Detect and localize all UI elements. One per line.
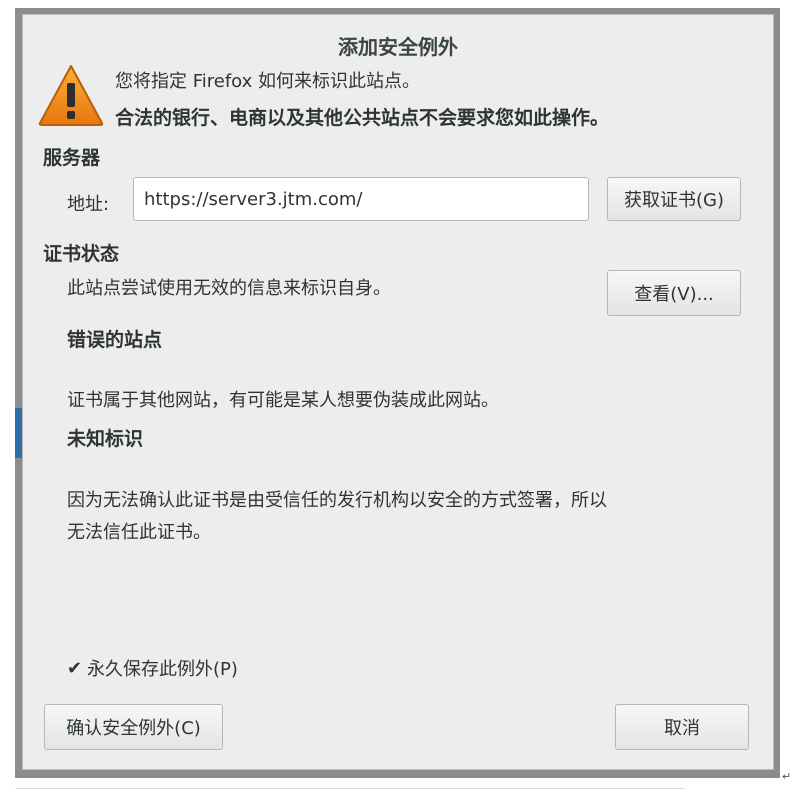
warning-triangle-icon (38, 65, 104, 126)
wrong-site-heading: 错误的站点 (67, 329, 163, 351)
certificate-status-summary: 此站点尝试使用无效的信息来标识自身。 (67, 278, 391, 299)
unknown-identity-text-continued: 无法信任此证书。 (67, 522, 211, 543)
checkmark-icon[interactable]: ✔ (67, 658, 87, 679)
permanent-exception-checkbox[interactable]: ✔ 永久保存此例外(P) (67, 655, 238, 681)
wrong-site-text: 证书属于其他网站，有可能是某人想要伪装成此网站。 (67, 390, 499, 411)
dialog-title: 添加安全例外 (338, 35, 458, 59)
permanent-exception-label[interactable]: 永久保存此例外(P) (87, 655, 238, 681)
cancel-button[interactable]: 取消 (615, 704, 749, 750)
view-certificate-button[interactable]: 查看(V)... (607, 270, 741, 316)
confirm-security-exception-button[interactable]: 确认安全例外(C) (44, 704, 223, 750)
unknown-identity-text: 因为无法确认此证书是由受信任的发行机构以安全的方式签署，所以 (67, 490, 607, 511)
intro-text: 您将指定 Firefox 如何来标识此站点。 (115, 71, 421, 92)
address-input[interactable] (133, 177, 589, 221)
paragraph-mark-icon: ↵ (782, 770, 792, 783)
address-label: 地址: (67, 194, 110, 215)
unknown-identity-heading: 未知标识 (67, 428, 144, 450)
warning-text: 合法的银行、电商以及其他公共站点不会要求您如此操作。 (115, 107, 610, 129)
server-heading: 服务器 (43, 147, 101, 169)
background-accent (15, 408, 22, 458)
certificate-status-heading: 证书状态 (43, 243, 120, 265)
divider (15, 788, 685, 789)
add-security-exception-dialog: 添加安全例外 您将指定 Firefox 如何来标识此站点。 合法的银行、电商以及… (22, 14, 774, 770)
get-certificate-button[interactable]: 获取证书(G) (607, 177, 741, 221)
